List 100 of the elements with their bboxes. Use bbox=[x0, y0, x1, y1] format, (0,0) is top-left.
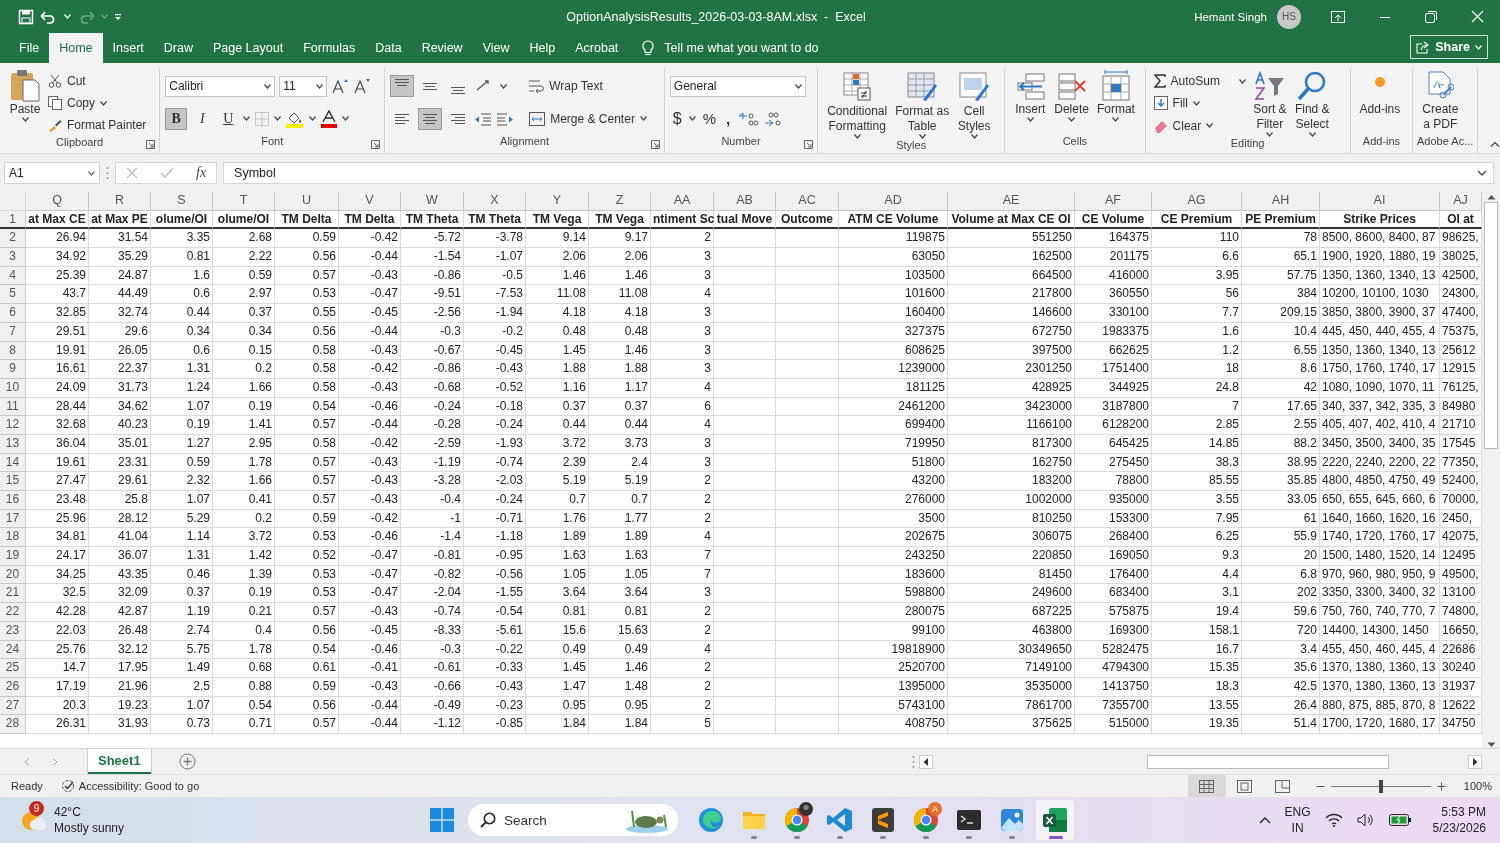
column-header[interactable]: AF bbox=[1075, 192, 1152, 211]
increase-decimal-icon[interactable] bbox=[737, 110, 760, 127]
column-header[interactable]: AH bbox=[1242, 192, 1320, 211]
search-prompt[interactable]: Tell me what you want to do bbox=[664, 41, 819, 55]
add-ins-button[interactable]: Add-ins bbox=[1355, 68, 1405, 135]
column-header[interactable]: X bbox=[464, 192, 526, 211]
ribbon-tab[interactable]: Acrobat bbox=[565, 33, 629, 63]
currency-button[interactable]: $ bbox=[669, 109, 685, 128]
row-header[interactable]: 21 bbox=[0, 584, 26, 604]
close-icon[interactable] bbox=[1471, 10, 1484, 23]
column-header[interactable]: AA bbox=[651, 192, 714, 211]
column-header[interactable]: AE bbox=[948, 192, 1075, 211]
cells-button[interactable]: Insert bbox=[1010, 68, 1051, 135]
scroll-right-icon[interactable] bbox=[1468, 754, 1482, 769]
create-pdf-button[interactable]: Create a PDF bbox=[1418, 68, 1463, 135]
column-header[interactable]: AD bbox=[839, 192, 948, 211]
ribbon-tab[interactable]: Help bbox=[519, 33, 566, 63]
dialog-launcher-icon[interactable] bbox=[650, 140, 660, 149]
font-style-button[interactable]: B bbox=[165, 107, 188, 130]
autosum-button[interactable]: AutoSum bbox=[1150, 70, 1249, 93]
decrease-font-size-icon[interactable] bbox=[353, 78, 372, 95]
ribbon-display-icon[interactable] bbox=[1331, 10, 1345, 23]
column-header[interactable]: Z bbox=[589, 192, 651, 211]
share-button[interactable]: Share bbox=[1410, 35, 1488, 59]
scroll-left-icon[interactable] bbox=[919, 754, 933, 769]
font-name-field[interactable]: Calibri bbox=[165, 75, 276, 97]
accessibility-status[interactable]: Accessibility: Good to go bbox=[78, 780, 200, 792]
insert-function-button[interactable]: fx bbox=[196, 165, 207, 181]
font-color-icon[interactable] bbox=[320, 109, 339, 128]
name-box[interactable]: A1 bbox=[4, 162, 100, 184]
row-header[interactable]: 6 bbox=[0, 304, 26, 323]
ribbon-tab[interactable]: Review bbox=[411, 33, 473, 63]
row-header[interactable]: 18 bbox=[0, 528, 26, 548]
align-button[interactable] bbox=[390, 75, 415, 98]
cut-button[interactable]: Cut bbox=[45, 70, 150, 92]
clock-date[interactable]: 5/23/2026 bbox=[1432, 820, 1486, 836]
view-button[interactable] bbox=[1187, 775, 1226, 797]
wrap-text-button[interactable]: Wrap Text bbox=[525, 75, 606, 98]
paste-button[interactable]: Paste bbox=[5, 68, 45, 136]
battery-charging-icon[interactable] bbox=[1388, 814, 1411, 826]
chevron-up-icon[interactable] bbox=[1258, 816, 1271, 824]
merge-center-button[interactable]: Merge & Center bbox=[526, 107, 650, 130]
column-header[interactable]: AI bbox=[1320, 192, 1440, 211]
scrollbar-thumb[interactable] bbox=[1147, 754, 1389, 769]
taskbar-button[interactable] bbox=[1036, 800, 1074, 840]
column-header[interactable]: W bbox=[401, 192, 464, 211]
ribbon-tab[interactable]: Draw bbox=[153, 33, 203, 63]
find-select-button[interactable]: Find & Select bbox=[1290, 68, 1334, 137]
styles-button[interactable]: Cell Styles bbox=[953, 68, 996, 139]
fill-button[interactable]: Fill bbox=[1150, 92, 1249, 115]
row-header[interactable]: 22 bbox=[0, 603, 26, 622]
font-size-field[interactable]: 11 bbox=[279, 75, 328, 97]
column-header[interactable]: AG bbox=[1152, 192, 1242, 211]
ribbon-tab[interactable]: View bbox=[472, 33, 520, 63]
add-sheet-icon[interactable] bbox=[178, 753, 196, 770]
volume-icon[interactable] bbox=[1356, 813, 1375, 827]
search-field[interactable]: Search bbox=[468, 804, 678, 836]
column-header[interactable]: R bbox=[89, 192, 151, 211]
ribbon-tab[interactable]: Data bbox=[365, 33, 412, 63]
comma-style-button[interactable]: , bbox=[723, 110, 734, 128]
decrease-indent-icon[interactable] bbox=[474, 110, 493, 127]
column-header[interactable]: S bbox=[151, 192, 213, 211]
cells-button[interactable]: Delete bbox=[1050, 68, 1093, 135]
percent-button[interactable]: % bbox=[699, 110, 720, 128]
row-header[interactable]: 16 bbox=[0, 491, 26, 510]
row-header[interactable]: 12 bbox=[0, 416, 26, 435]
row-header[interactable]: 25 bbox=[0, 659, 26, 678]
wifi-icon[interactable] bbox=[1324, 813, 1343, 827]
zoom-in-icon[interactable] bbox=[1436, 781, 1446, 791]
cells-button[interactable]: Format bbox=[1092, 68, 1139, 135]
row-header[interactable]: 15 bbox=[0, 472, 26, 491]
language-indicator[interactable]: ENG IN bbox=[1284, 804, 1311, 836]
row-header[interactable]: 5 bbox=[0, 285, 26, 305]
sheet-tab[interactable]: Sheet1 bbox=[88, 749, 151, 774]
align-button[interactable] bbox=[418, 107, 443, 130]
dialog-launcher-icon[interactable] bbox=[146, 140, 156, 149]
ribbon-tab[interactable]: File bbox=[9, 33, 50, 63]
windows-start-icon[interactable] bbox=[430, 808, 454, 832]
font-style-button[interactable]: U bbox=[217, 107, 240, 130]
user-avatar[interactable]: HS bbox=[1277, 4, 1301, 29]
ribbon-tab[interactable]: Home bbox=[49, 33, 103, 63]
collapse-ribbon-icon[interactable] bbox=[1490, 141, 1500, 147]
number-format-field[interactable]: General bbox=[669, 75, 806, 97]
dialog-launcher-icon[interactable] bbox=[804, 140, 814, 149]
row-header[interactable]: 2 bbox=[0, 229, 26, 249]
scroll-up-icon[interactable] bbox=[1486, 194, 1496, 200]
column-header[interactable]: T bbox=[213, 192, 275, 211]
clock-time[interactable]: 5:53 PM bbox=[1441, 804, 1486, 820]
zoom-level[interactable]: 100% bbox=[1463, 780, 1492, 792]
row-header[interactable]: 9 bbox=[0, 360, 26, 379]
dialog-launcher-icon[interactable] bbox=[371, 140, 381, 149]
styles-button[interactable]: Conditional Formatting bbox=[823, 68, 892, 139]
column-header[interactable]: AB bbox=[714, 192, 776, 211]
weather-condition[interactable]: Mostly sunny bbox=[54, 820, 125, 836]
column-header[interactable]: Q bbox=[26, 192, 89, 211]
row-header[interactable]: 19 bbox=[0, 547, 26, 566]
styles-button[interactable]: Format as Table bbox=[891, 68, 954, 139]
customize-icon[interactable] bbox=[114, 12, 122, 21]
save-icon[interactable] bbox=[18, 8, 34, 25]
temperature[interactable]: 42°C bbox=[54, 804, 125, 820]
